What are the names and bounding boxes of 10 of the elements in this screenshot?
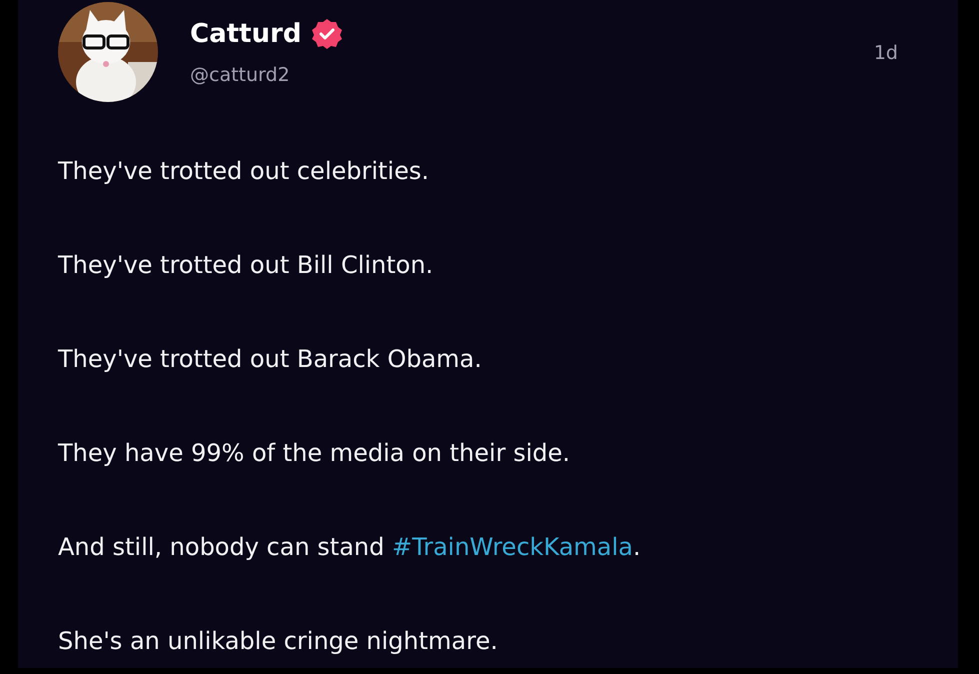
author-handle[interactable]: @catturd2	[190, 64, 344, 86]
author-name[interactable]: Catturd	[190, 19, 302, 49]
post-text: They've trotted out Bill Clinton.	[58, 250, 434, 281]
post-time: 1d	[874, 42, 898, 64]
post-text: She's an unlikable cringe nightmare.	[58, 626, 499, 657]
post-text: And still, nobody can stand #TrainWreckKamala.	[58, 532, 642, 563]
post-text: They have 99% of the media on their side.	[58, 438, 571, 469]
post-text: They've trotted out Barack Obama.	[58, 344, 483, 375]
post-text: They've trotted out celebrities.	[58, 156, 430, 187]
hashtag-link[interactable]: #TrainWreckKamala	[392, 533, 634, 561]
